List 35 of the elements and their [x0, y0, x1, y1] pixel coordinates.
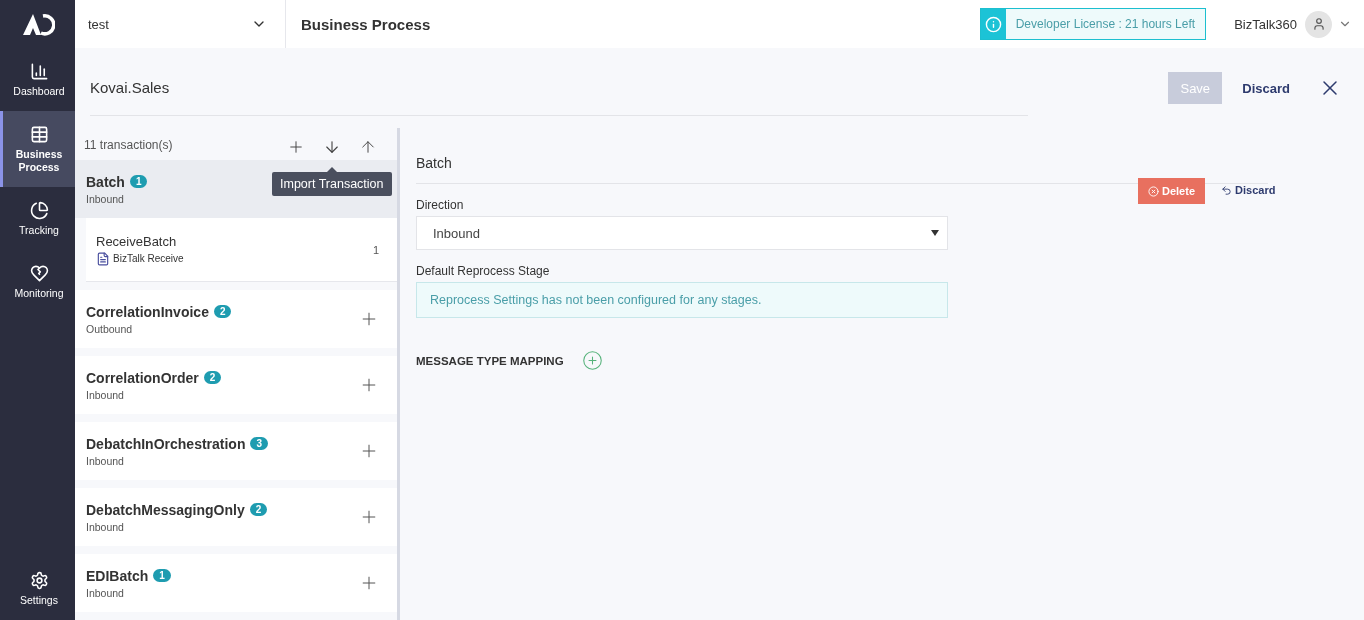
nav-label: Tracking — [19, 223, 59, 237]
tooltip: Import Transaction — [272, 172, 392, 196]
count-badge: 1 — [129, 175, 148, 188]
count-badge: 2 — [213, 305, 232, 318]
count-badge: 1 — [153, 569, 171, 582]
nav-label: Business Process — [14, 147, 64, 174]
stage-name: ReceiveBatch — [96, 233, 178, 249]
direction-text: Inbound — [86, 388, 125, 401]
transaction-name: DebatchMessagingOnly — [86, 501, 245, 518]
count-badge: 2 — [203, 371, 222, 384]
nav-label: Settings — [20, 593, 58, 607]
user-name: BizTalk360 — [1234, 16, 1297, 32]
stage-type-label: BizTalk Receive — [113, 253, 184, 264]
transaction-count: 11 transaction(s) — [84, 138, 174, 152]
nav-label: Dashboard — [13, 84, 65, 98]
transaction-name: Batch — [86, 173, 125, 190]
direction-text: Outbound — [86, 322, 134, 335]
transaction-name: DebatchInOrchestration — [86, 435, 246, 452]
direction-text: Inbound — [86, 192, 125, 205]
page-title: Business Process — [300, 15, 432, 33]
count-badge: 3 — [250, 437, 269, 450]
direction-text: Inbound — [86, 520, 125, 533]
transaction-name: CorrelationOrder — [86, 369, 199, 386]
transaction-name: EDIBatch — [86, 567, 149, 584]
direction-text: Inbound — [86, 586, 125, 599]
section-label: MESSAGE TYPE MAPPING — [416, 354, 564, 367]
count-badge: 2 — [249, 503, 268, 516]
field-label: Default Reprocess Stage — [416, 264, 551, 278]
direction-text: Inbound — [86, 454, 125, 467]
license-text: Developer License : 21 hours Left — [1005, 9, 1206, 39]
transaction-name: CorrelationInvoice — [86, 303, 209, 320]
stage-count: 1 — [372, 243, 379, 256]
field-label: Direction — [416, 198, 465, 212]
info-alert: Reprocess Settings has not been configured for any stages. — [416, 282, 948, 318]
nav-label: Monitoring — [14, 286, 64, 300]
